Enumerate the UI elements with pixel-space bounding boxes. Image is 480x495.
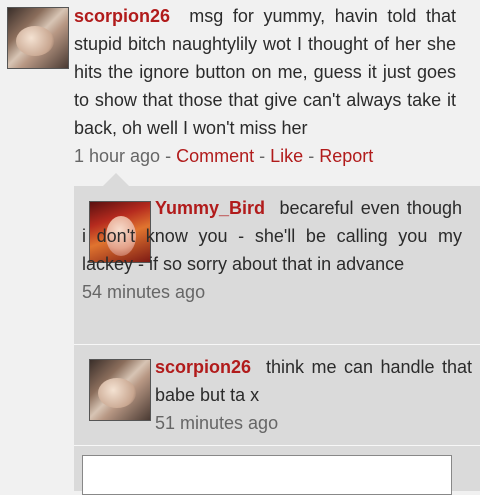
report-link[interactable]: Report bbox=[319, 146, 373, 166]
post-username[interactable]: scorpion26 bbox=[74, 6, 170, 26]
comment-link[interactable]: Comment bbox=[176, 146, 254, 166]
post-meta: 1 hour ago - Comment - Like - Report bbox=[74, 142, 456, 170]
post-time: 1 hour ago bbox=[74, 146, 161, 166]
reply-time: 51 minutes ago bbox=[155, 413, 279, 433]
comment-input[interactable] bbox=[82, 455, 452, 495]
separator: - bbox=[308, 146, 315, 166]
reply: scorpion26 think me can handle that babe… bbox=[155, 353, 472, 437]
avatar[interactable] bbox=[89, 359, 151, 421]
reply-caret bbox=[102, 173, 130, 187]
divider bbox=[74, 445, 480, 446]
like-link[interactable]: Like bbox=[270, 146, 303, 166]
post: scorpion26 msg for yummy, havin told tha… bbox=[74, 2, 456, 170]
divider bbox=[74, 344, 480, 345]
separator: - bbox=[259, 146, 266, 166]
reply-message: becareful even though i don't know you -… bbox=[82, 198, 462, 274]
reply-username[interactable]: scorpion26 bbox=[155, 357, 251, 377]
avatar[interactable] bbox=[7, 7, 69, 69]
separator: - bbox=[165, 146, 172, 166]
reply: Yummy_Bird becareful even though i don't… bbox=[82, 194, 462, 306]
reply-time: 54 minutes ago bbox=[82, 282, 206, 302]
reply-username[interactable]: Yummy_Bird bbox=[155, 198, 265, 218]
